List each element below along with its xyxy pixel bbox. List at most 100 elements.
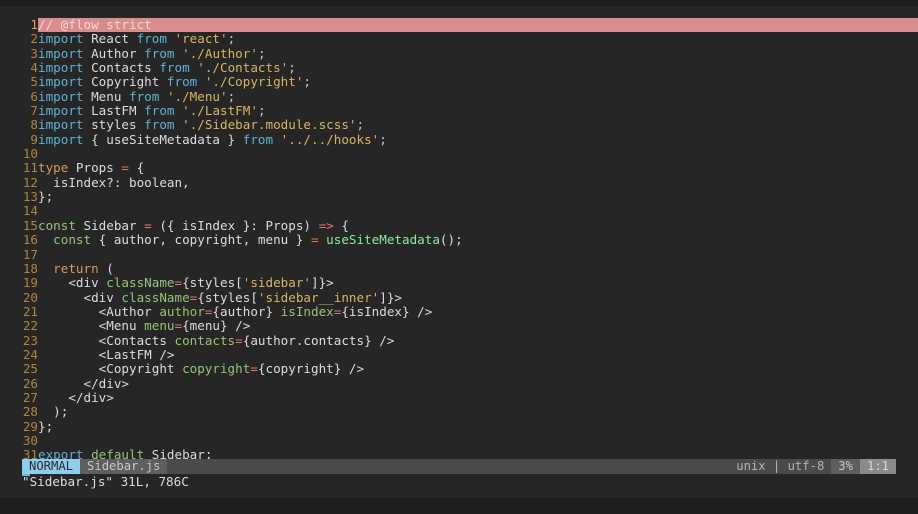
line-content[interactable]: <div className={styles['sidebar']}> — [38, 275, 334, 291]
code-token: {styles[ — [182, 275, 243, 291]
code-token: = — [121, 160, 130, 176]
line-number: 25 — [22, 361, 38, 377]
code-token: ; — [379, 131, 387, 147]
line-number: 2 — [30, 31, 38, 47]
line-content[interactable]: const { author, copyright, menu } = useS… — [38, 232, 463, 248]
code-line[interactable]: 30 — [0, 432, 918, 448]
code-token: { author, copyright, menu } — [91, 232, 311, 248]
line-content[interactable]: import React from 'react'; — [38, 32, 235, 46]
code-token: }; — [38, 189, 54, 205]
code-line[interactable]: 12 isIndex?: boolean, — [0, 174, 918, 190]
code-line[interactable]: 5import Copyright from './Copyright'; — [0, 75, 918, 90]
code-token: from — [144, 45, 175, 61]
code-token: { — [129, 160, 145, 176]
line-number: 26 — [22, 375, 38, 391]
code-line[interactable]: 25 <Copyright copyright={copyright} /> — [0, 361, 918, 377]
line-content[interactable]: import Menu from './Menu'; — [38, 89, 235, 104]
code-token: Sidebar — [75, 217, 145, 233]
line-content[interactable] — [38, 147, 46, 161]
code-line[interactable]: 19 <div className={styles['sidebar']}> — [0, 275, 918, 291]
line-content[interactable]: const Sidebar = ({ isIndex }: Props) => … — [38, 217, 349, 233]
line-number: 20 — [22, 289, 38, 305]
line-content[interactable]: <Author author={author} isIndex={isIndex… — [38, 303, 433, 319]
statusline-spacer — [167, 459, 730, 474]
line-content[interactable]: // @flow strict — [38, 17, 895, 32]
line-content[interactable]: isIndex?: boolean, — [38, 175, 190, 190]
code-line[interactable]: 22 <Menu menu={menu} /> — [0, 318, 918, 334]
code-token: import — [38, 45, 84, 61]
code-line[interactable]: 4import Contacts from './Contacts'; — [0, 60, 918, 76]
code-buffer[interactable]: 1// @flow strict 2import React from 'reac… — [0, 17, 918, 463]
code-line[interactable]: 18 return ( — [0, 261, 918, 276]
code-token: (); — [439, 232, 463, 248]
code-token: './Contacts' — [197, 60, 289, 76]
code-token: ]}> — [311, 275, 334, 291]
code-line[interactable]: 27 </div> — [0, 389, 918, 405]
line-content[interactable]: import LastFM from './LastFM'; — [38, 103, 266, 119]
line-content[interactable]: import Copyright from './Copyright'; — [38, 75, 311, 89]
line-content[interactable]: </div> — [38, 390, 114, 405]
code-token: from — [159, 60, 190, 76]
code-token: <Contacts — [38, 332, 175, 348]
line-number: 27 — [22, 389, 38, 405]
code-line[interactable]: 7import LastFM from './LastFM'; — [0, 103, 918, 119]
line-content[interactable]: <Menu menu={menu} /> — [38, 319, 251, 333]
code-line[interactable]: 3import Author from './Author'; — [0, 45, 918, 61]
line-number: 12 — [22, 174, 38, 190]
code-line[interactable]: 24 <LastFM /> — [0, 347, 918, 362]
code-line[interactable]: 14 — [0, 204, 918, 219]
line-content[interactable]: }; — [38, 189, 54, 205]
code-token: { — [333, 217, 349, 233]
line-content[interactable]: <Copyright copyright={copyright} /> — [38, 362, 364, 376]
code-token: 'sidebar__inner' — [257, 289, 380, 305]
line-content[interactable]: import styles from './Sidebar.module.scs… — [38, 118, 364, 132]
line-content[interactable]: import Author from './Author'; — [38, 45, 266, 61]
code-line[interactable]: 21 <Author author={author} isIndex={isIn… — [0, 303, 918, 319]
code-line[interactable]: 10 — [0, 146, 918, 161]
line-content[interactable]: return ( — [38, 261, 114, 276]
code-token: import — [38, 60, 84, 76]
code-line[interactable]: 8import styles from './Sidebar.module.sc… — [0, 118, 918, 133]
code-line[interactable]: 26 </div> — [0, 375, 918, 391]
line-content[interactable] — [38, 248, 46, 262]
line-number: 11 — [22, 160, 38, 176]
code-line[interactable]: 16 const { author, copyright, menu } = u… — [0, 232, 918, 248]
line-number: 22 — [22, 318, 38, 334]
code-line[interactable]: 11type Props = { — [0, 160, 918, 176]
code-line[interactable]: 17 — [0, 247, 918, 262]
code-line[interactable]: 2import React from 'react'; — [0, 31, 918, 47]
line-content[interactable] — [38, 204, 46, 218]
line-content[interactable]: import { useSiteMetadata } from '../../h… — [38, 131, 387, 147]
line-content[interactable]: }; — [38, 418, 54, 434]
line-content[interactable]: </div> — [38, 376, 129, 391]
line-number: 19 — [22, 275, 38, 291]
line-content[interactable]: <div className={styles['sidebar__inner']… — [38, 289, 402, 305]
line-content[interactable]: type Props = { — [38, 161, 144, 175]
code-token: {isIndex} /> — [341, 303, 433, 319]
line-content[interactable]: import Contacts from './Contacts'; — [38, 60, 296, 76]
code-token: Author — [83, 45, 145, 61]
line-content[interactable] — [38, 434, 46, 448]
code-line[interactable]: 23 <Contacts contacts={author.contacts} … — [0, 332, 918, 348]
statusline-percent: 3% — [831, 459, 860, 474]
code-token: const — [53, 232, 92, 248]
code-line[interactable]: 15const Sidebar = ({ isIndex }: Props) =… — [0, 217, 918, 233]
code-line[interactable]: 6import Menu from './Menu'; — [0, 89, 918, 104]
code-token: = — [235, 332, 243, 348]
code-line[interactable]: 13}; — [0, 189, 918, 205]
code-token: from — [144, 103, 175, 119]
code-token: './LastFM' — [182, 103, 258, 119]
code-line[interactable]: 9import { useSiteMetadata } from '../../… — [0, 131, 918, 147]
vim-statusline: NORMAL Sidebar.js unix | utf-8 3% 1:1 — [22, 459, 896, 474]
code-line[interactable]: 1// @flow strict — [0, 17, 918, 33]
line-content[interactable]: <Contacts contacts={author.contacts} /> — [38, 332, 395, 348]
code-line[interactable]: 20 <div className={styles['sidebar__inne… — [0, 289, 918, 305]
code-token: type — [38, 160, 69, 176]
line-content[interactable]: ); — [38, 405, 68, 419]
statusline-position: 1:1 — [859, 459, 896, 474]
line-number: 30 — [22, 432, 38, 448]
line-content[interactable]: <LastFM /> — [38, 347, 175, 362]
code-line[interactable]: 28 ); — [0, 404, 918, 419]
code-line[interactable]: 29}; — [0, 418, 918, 434]
code-token: }; — [38, 418, 54, 434]
